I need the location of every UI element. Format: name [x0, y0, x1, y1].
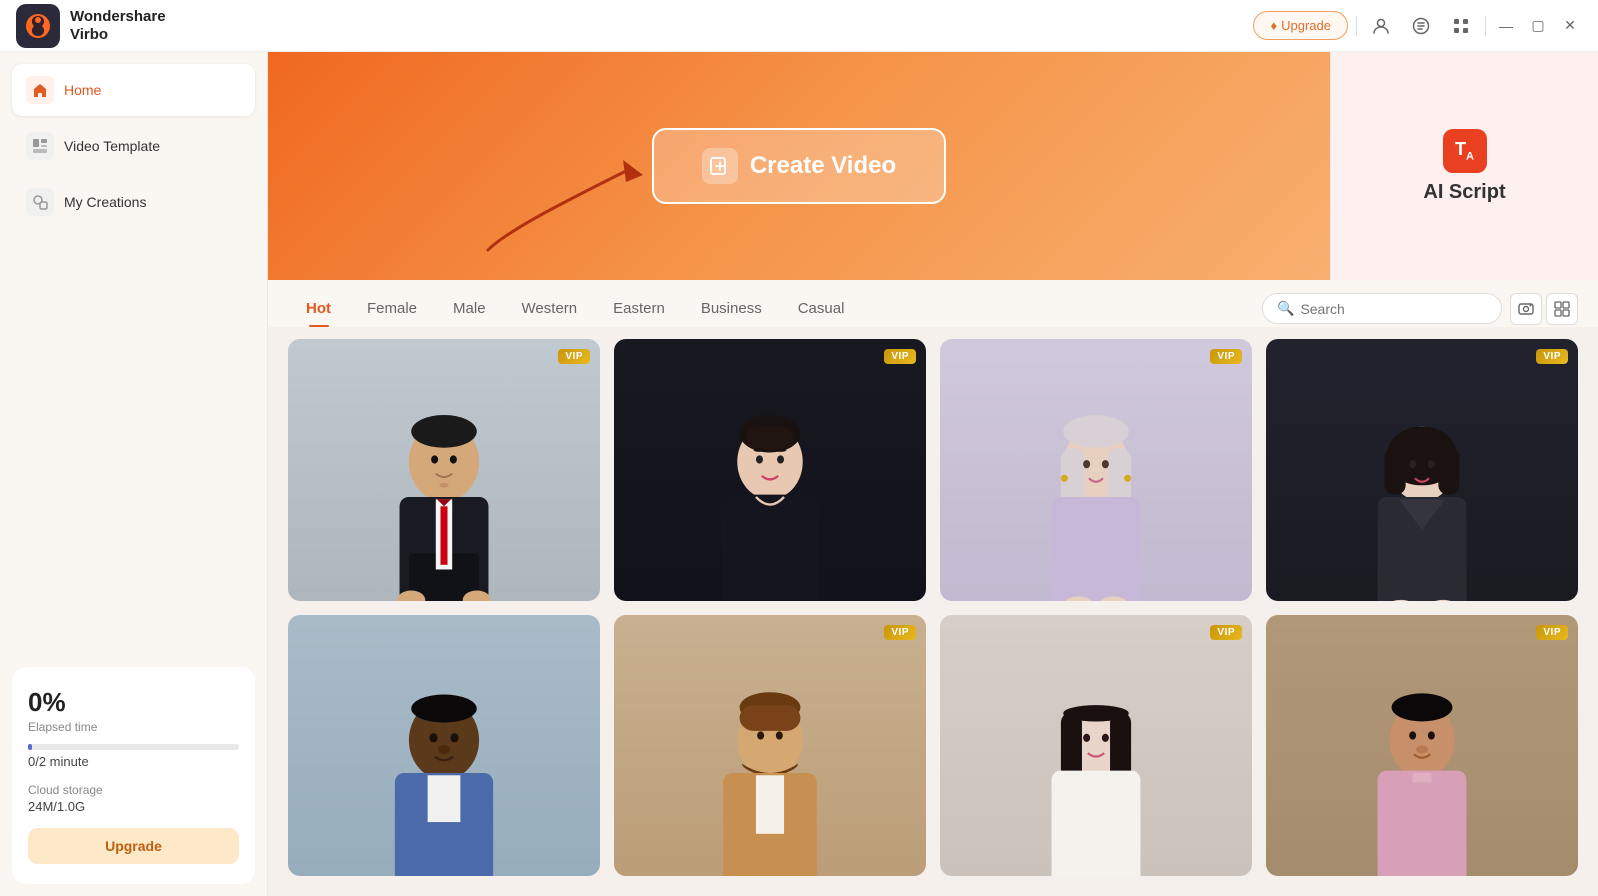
avatar-card-7[interactable]: VIP — [940, 615, 1252, 877]
avatar-card-8[interactable]: VIP — [1266, 615, 1578, 877]
sidebar-item-home[interactable]: Home — [12, 64, 255, 116]
tab-male[interactable]: Male — [435, 290, 504, 327]
video-template-label: Video Template — [64, 138, 160, 154]
vip-badge-6: VIP — [884, 625, 916, 640]
elapsed-label: Elapsed time — [28, 720, 239, 734]
titlebar-right: ♦ Upgrade — ▢ ✕ — [1253, 10, 1582, 42]
filter-bar: Hot Female Male Western Eastern Business… — [268, 280, 1598, 327]
vip-badge-3: VIP — [1210, 349, 1242, 364]
vip-badge-4: VIP — [1536, 349, 1568, 364]
create-video-button[interactable]: Create Video — [652, 128, 946, 204]
separator — [1356, 16, 1357, 36]
search-input[interactable] — [1300, 301, 1487, 317]
titlebar-left: Wondershare Virbo — [16, 4, 166, 48]
upgrade-diamond-icon: ♦ — [1270, 18, 1277, 33]
ai-script-label: AI Script — [1423, 181, 1505, 204]
avatar-image-7: VIP — [940, 615, 1252, 877]
maximize-button[interactable]: ▢ — [1526, 14, 1550, 38]
content-area: Create Video TA AI Script Hot Female Mal… — [268, 52, 1598, 896]
sidebar: Home Video Template My Creations 0% Elap… — [0, 52, 268, 896]
avatar-card-1[interactable]: VIP — [288, 339, 600, 601]
tab-business[interactable]: Business — [683, 290, 780, 327]
close-button[interactable]: ✕ — [1558, 14, 1582, 38]
tab-hot[interactable]: Hot — [288, 290, 349, 327]
banner-area: Create Video TA AI Script — [268, 52, 1598, 280]
search-box[interactable]: 🔍 — [1262, 293, 1502, 324]
upgrade-sidebar-button[interactable]: Upgrade — [28, 828, 239, 864]
separator2 — [1485, 16, 1486, 36]
sidebar-item-my-creations[interactable]: My Creations — [12, 176, 255, 228]
template-icon — [26, 132, 54, 160]
my-creations-label: My Creations — [64, 194, 146, 210]
home-icon — [26, 76, 54, 104]
banner-ai-script[interactable]: TA AI Script — [1330, 52, 1598, 280]
upgrade-button[interactable]: ♦ Upgrade — [1253, 11, 1348, 40]
tab-casual[interactable]: Casual — [780, 290, 863, 327]
tab-western[interactable]: Western — [504, 290, 596, 327]
grid-view-button[interactable] — [1546, 293, 1578, 325]
avatar-card-4[interactable]: VIP — [1266, 339, 1578, 601]
minimize-button[interactable]: — — [1494, 14, 1518, 38]
avatar-image-2: VIP — [614, 339, 926, 601]
app-logo — [16, 4, 60, 48]
storage-label: Cloud storage — [28, 783, 239, 797]
avatar-image-3: VIP — [940, 339, 1252, 601]
ai-script-icon: TA — [1443, 129, 1487, 173]
avatar-card-5[interactable] — [288, 615, 600, 877]
vip-badge-2: VIP — [884, 349, 916, 364]
message-icon[interactable] — [1405, 10, 1437, 42]
search-area: 🔍 — [1262, 293, 1578, 325]
tab-female[interactable]: Female — [349, 290, 435, 327]
avatar-image-4: VIP — [1266, 339, 1578, 601]
tab-eastern[interactable]: Eastern — [595, 290, 683, 327]
usage-bar — [28, 744, 32, 750]
banner-main: Create Video — [268, 52, 1330, 280]
avatar-card-3[interactable]: VIP — [940, 339, 1252, 601]
avatar-card-6[interactable]: VIP — [614, 615, 926, 877]
avatar-grid: VIP — [268, 327, 1598, 896]
sidebar-item-video-template[interactable]: Video Template — [12, 120, 255, 172]
creations-icon — [26, 188, 54, 216]
view-icons — [1510, 293, 1578, 325]
vip-badge-1: VIP — [558, 349, 590, 364]
avatar-image-1: VIP — [288, 339, 600, 601]
avatar-image-5 — [288, 615, 600, 877]
vip-badge-8: VIP — [1536, 625, 1568, 640]
account-icon[interactable] — [1365, 10, 1397, 42]
camera-view-button[interactable] — [1510, 293, 1542, 325]
storage-value: 24M/1.0G — [28, 799, 239, 814]
apps-icon[interactable] — [1445, 10, 1477, 42]
home-label: Home — [64, 82, 101, 98]
create-video-icon — [702, 148, 738, 184]
avatar-card-2[interactable]: VIP — [614, 339, 926, 601]
titlebar: Wondershare Virbo ♦ Upgrade — ▢ ✕ — [0, 0, 1598, 52]
filter-tabs: Hot Female Male Western Eastern Business… — [288, 290, 1262, 327]
avatar-image-8: VIP — [1266, 615, 1578, 877]
avatar-image-6: VIP — [614, 615, 926, 877]
main-layout: Home Video Template My Creations 0% Elap… — [0, 52, 1598, 896]
search-icon: 🔍 — [1277, 300, 1294, 317]
usage-time: 0/2 minute — [28, 754, 239, 769]
usage-panel: 0% Elapsed time 0/2 minute Cloud storage… — [12, 667, 255, 884]
vip-badge-7: VIP — [1210, 625, 1242, 640]
usage-bar-container — [28, 744, 239, 750]
usage-percent: 0% — [28, 687, 239, 718]
app-name: Wondershare Virbo — [70, 8, 166, 44]
